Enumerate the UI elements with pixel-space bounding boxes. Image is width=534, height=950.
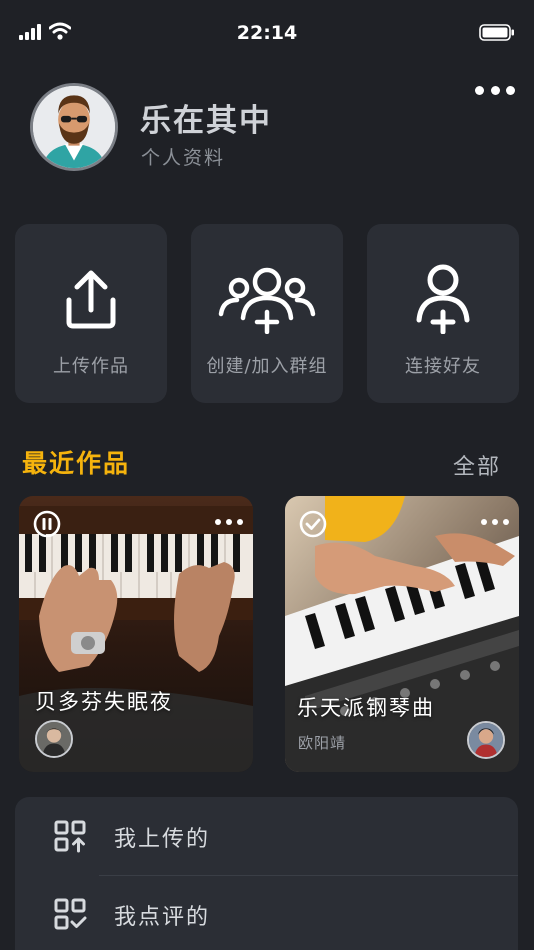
profile-link[interactable]: 个人资料	[141, 143, 225, 170]
list-item-my-uploads[interactable]: 我上传的	[15, 797, 518, 875]
group-label: 创建/加入群组	[206, 356, 328, 377]
upload-icon	[66, 270, 116, 329]
work-artist: 欧阳靖	[298, 734, 347, 752]
add-friend-icon	[416, 264, 470, 334]
more-dots-icon	[481, 519, 487, 525]
work-card[interactable]: 乐天派钢琴曲 欧阳靖	[285, 496, 519, 772]
more-options-button[interactable]	[472, 79, 518, 101]
divider	[99, 875, 518, 876]
artist-avatar[interactable]	[467, 721, 505, 759]
group-button[interactable]: 创建/加入群组	[191, 224, 343, 403]
add-friend-button[interactable]: 连接好友	[367, 224, 519, 403]
bearded-man-sunglasses-avatar-icon	[33, 86, 115, 168]
recent-works-title: 最近作品	[22, 449, 131, 478]
user-avatar-icon	[469, 723, 503, 757]
more-dots-icon	[215, 519, 221, 525]
check-icon[interactable]	[299, 510, 327, 538]
work-more-button[interactable]	[481, 518, 509, 526]
list-item-label: 我点评的	[114, 905, 211, 930]
list-item-label: 我上传的	[114, 827, 211, 852]
artist-avatar[interactable]	[35, 720, 73, 758]
user-avatar-icon	[37, 722, 71, 756]
work-title: 贝多芬失眠夜	[35, 690, 173, 714]
upload-work-button[interactable]: 上传作品	[15, 224, 167, 403]
profile-avatar[interactable]	[30, 83, 118, 171]
work-more-button[interactable]	[215, 518, 243, 526]
pause-icon[interactable]	[33, 510, 61, 538]
status-time: 22:14	[236, 22, 298, 44]
work-card[interactable]: 贝多芬失眠夜	[19, 496, 253, 772]
my-list-panel: 我上传的 我点评的	[15, 797, 518, 950]
work-title: 乐天派钢琴曲	[297, 696, 435, 720]
group-add-icon	[218, 267, 316, 334]
grid-upload-icon	[54, 820, 86, 853]
profile-name: 乐在其中	[140, 103, 272, 139]
status-bar: 22:14	[0, 0, 534, 64]
upload-work-label: 上传作品	[53, 356, 129, 377]
add-friend-label: 连接好友	[405, 356, 481, 377]
battery-icon	[479, 24, 514, 41]
more-dots-icon	[475, 85, 484, 95]
view-all-link[interactable]: 全部	[453, 449, 501, 481]
list-item-my-reviews[interactable]: 我点评的	[15, 875, 518, 950]
grid-check-icon	[54, 898, 87, 930]
